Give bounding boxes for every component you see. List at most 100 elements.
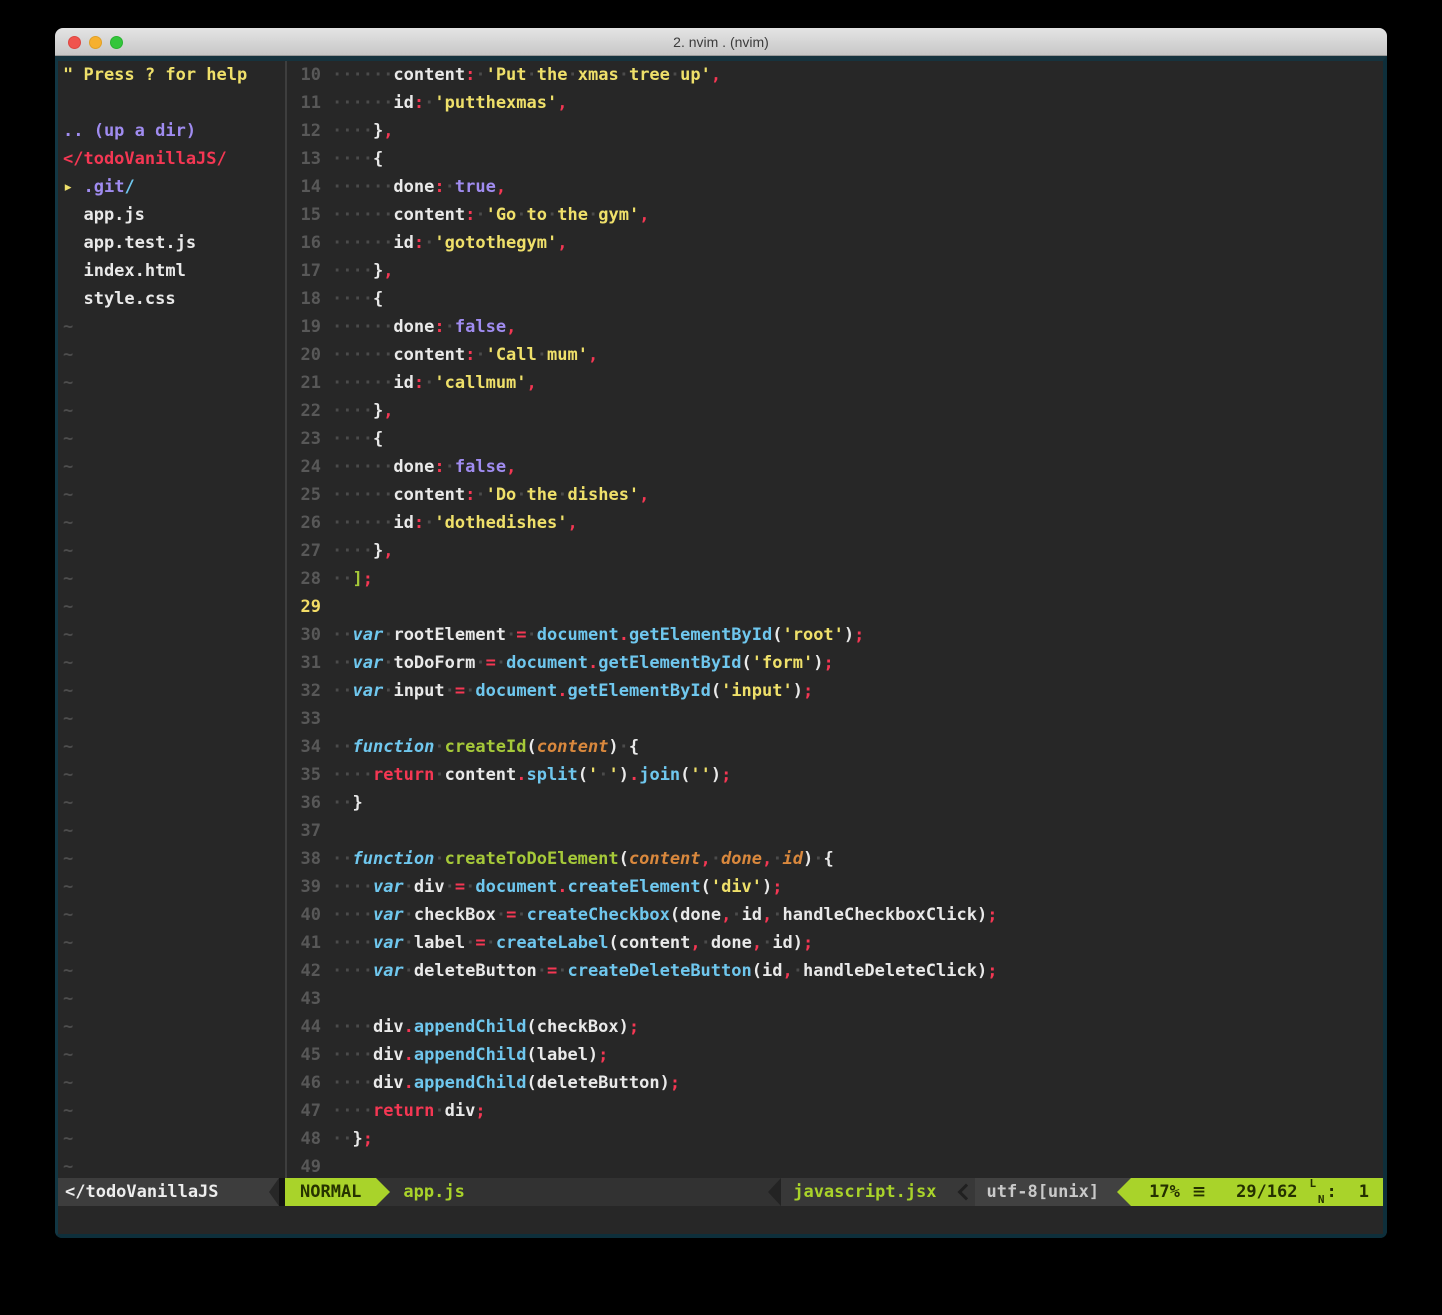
line-number: 19 — [295, 313, 321, 341]
nerdtree-sidebar[interactable]: " Press ? for help.. (up a dir)</todoVan… — [58, 61, 285, 1178]
empty-line-tilde: ~ — [63, 453, 285, 481]
empty-line-tilde: ~ — [63, 481, 285, 509]
line-number: 45 — [295, 1041, 321, 1069]
code-line-34[interactable]: 34··function·createId(content)·{ — [295, 733, 1383, 761]
code-line-23[interactable]: 23····{ — [295, 425, 1383, 453]
code-line-29[interactable]: 29 — [295, 593, 1383, 621]
empty-line-tilde: ~ — [63, 313, 285, 341]
code-line-10[interactable]: 10······content:·'Put·the·xmas·tree·up', — [295, 61, 1383, 89]
scroll-percent: 17% — [1149, 1178, 1180, 1206]
empty-line-tilde: ~ — [63, 425, 285, 453]
line-number: 34 — [295, 733, 321, 761]
empty-line-tilde: ~ — [63, 985, 285, 1013]
command-line[interactable] — [58, 1206, 1383, 1234]
tree-item-git-dir[interactable]: ▸ .git/ — [63, 173, 285, 201]
code-line-35[interactable]: 35····return·content.split('·').join('')… — [295, 761, 1383, 789]
powerline-arrow-left-icon — [768, 1178, 781, 1206]
lines-icon: ≡ — [1192, 1178, 1206, 1206]
line-number: 33 — [295, 705, 321, 733]
code-line-37[interactable]: 37 — [295, 817, 1383, 845]
empty-line-tilde: ~ — [63, 509, 285, 537]
code-line-14[interactable]: 14······done:·true, — [295, 173, 1383, 201]
code-line-11[interactable]: 11······id:·'putthexmas', — [295, 89, 1383, 117]
line-number: 32 — [295, 677, 321, 705]
code-line-20[interactable]: 20······content:·'Call·mum', — [295, 341, 1383, 369]
code-line-32[interactable]: 32··var·input·=·document.getElementById(… — [295, 677, 1383, 705]
line-number: 25 — [295, 481, 321, 509]
line-number: 12 — [295, 117, 321, 145]
powerline-arrow-left-icon — [1117, 1178, 1131, 1206]
line-number: 49 — [295, 1153, 321, 1178]
statusline: </todoVanillaJS NORMAL app.js javascript… — [58, 1178, 1383, 1206]
line-number: 21 — [295, 369, 321, 397]
code-line-24[interactable]: 24······done:·false, — [295, 453, 1383, 481]
empty-line-tilde: ~ — [63, 1097, 285, 1125]
code-line-12[interactable]: 12····}, — [295, 117, 1383, 145]
code-line-40[interactable]: 40····var·checkBox·=·createCheckbox(done… — [295, 901, 1383, 929]
code-line-26[interactable]: 26······id:·'dothedishes', — [295, 509, 1383, 537]
code-line-22[interactable]: 22····}, — [295, 397, 1383, 425]
line-number: 35 — [295, 761, 321, 789]
powerline-notch-icon — [269, 1178, 279, 1206]
tree-item-style-css[interactable]: style.css — [63, 285, 285, 313]
chevron-left-icon — [953, 1178, 975, 1206]
code-line-39[interactable]: 39····var·div·=·document.createElement('… — [295, 873, 1383, 901]
code-line-16[interactable]: 16······id:·'gotothegym', — [295, 229, 1383, 257]
code-line-36[interactable]: 36··} — [295, 789, 1383, 817]
line-number: 36 — [295, 789, 321, 817]
code-line-25[interactable]: 25······content:·'Do·the·dishes', — [295, 481, 1383, 509]
line-number: 48 — [295, 1125, 321, 1153]
tree-item-index-html[interactable]: index.html — [63, 257, 285, 285]
code-line-44[interactable]: 44····div.appendChild(checkBox); — [295, 1013, 1383, 1041]
code-line-33[interactable]: 33 — [295, 705, 1383, 733]
code-line-49[interactable]: 49 — [295, 1153, 1383, 1178]
powerline-arrow-right-icon — [376, 1178, 390, 1206]
code-line-48[interactable]: 48··}; — [295, 1125, 1383, 1153]
empty-line-tilde: ~ — [63, 733, 285, 761]
line-number: 20 — [295, 341, 321, 369]
empty-line-tilde: ~ — [63, 789, 285, 817]
empty-line-tilde: ~ — [63, 1013, 285, 1041]
tree-root-path[interactable]: </todoVanillaJS/ — [63, 145, 285, 173]
line-number: 28 — [295, 565, 321, 593]
code-line-46[interactable]: 46····div.appendChild(deleteButton); — [295, 1069, 1383, 1097]
line-number: 16 — [295, 229, 321, 257]
code-line-19[interactable]: 19······done:·false, — [295, 313, 1383, 341]
code-line-43[interactable]: 43 — [295, 985, 1383, 1013]
code-line-21[interactable]: 21······id:·'callmum', — [295, 369, 1383, 397]
code-line-17[interactable]: 17····}, — [295, 257, 1383, 285]
empty-line-tilde: ~ — [63, 649, 285, 677]
code-line-13[interactable]: 13····{ — [295, 145, 1383, 173]
code-line-42[interactable]: 42····var·deleteButton·=·createDeleteBut… — [295, 957, 1383, 985]
code-line-31[interactable]: 31··var·toDoForm·=·document.getElementBy… — [295, 649, 1383, 677]
code-line-41[interactable]: 41····var·label·=·createLabel(content,·d… — [295, 929, 1383, 957]
line-number-icon: LN — [1310, 1181, 1325, 1203]
empty-line-tilde: ~ — [63, 677, 285, 705]
line-number: 18 — [295, 285, 321, 313]
line-number: 14 — [295, 173, 321, 201]
empty-line-tilde: ~ — [63, 957, 285, 985]
code-line-28[interactable]: 28··]; — [295, 565, 1383, 593]
line-number: 44 — [295, 1013, 321, 1041]
empty-line-tilde: ~ — [63, 929, 285, 957]
code-line-45[interactable]: 45····div.appendChild(label); — [295, 1041, 1383, 1069]
code-line-47[interactable]: 47····return·div; — [295, 1097, 1383, 1125]
line-number: 23 — [295, 425, 321, 453]
nerdtree-path: </todoVanillaJS — [65, 1182, 219, 1202]
code-line-30[interactable]: 30··var·rootElement·=·document.getElemen… — [295, 621, 1383, 649]
column-number: 1 — [1359, 1178, 1369, 1206]
position-segment: 17% ≡ 29/162 LN : 1 — [1131, 1178, 1383, 1206]
mode-indicator: NORMAL — [285, 1178, 376, 1206]
tree-item-app-test-js[interactable]: app.test.js — [63, 229, 285, 257]
code-line-27[interactable]: 27····}, — [295, 537, 1383, 565]
line-number: 37 — [295, 817, 321, 845]
code-line-18[interactable]: 18····{ — [295, 285, 1383, 313]
tree-item-up-dir[interactable]: .. (up a dir) — [63, 117, 285, 145]
code-line-38[interactable]: 38··function·createToDoElement(content,·… — [295, 845, 1383, 873]
editor-buffer[interactable]: 10······content:·'Put·the·xmas·tree·up',… — [287, 61, 1383, 1178]
code-line-15[interactable]: 15······content:·'Go·to·the·gym', — [295, 201, 1383, 229]
line-number: 15 — [295, 201, 321, 229]
empty-line-tilde: ~ — [63, 537, 285, 565]
empty-line-tilde: ~ — [63, 397, 285, 425]
tree-item-app-js[interactable]: app.js — [63, 201, 285, 229]
